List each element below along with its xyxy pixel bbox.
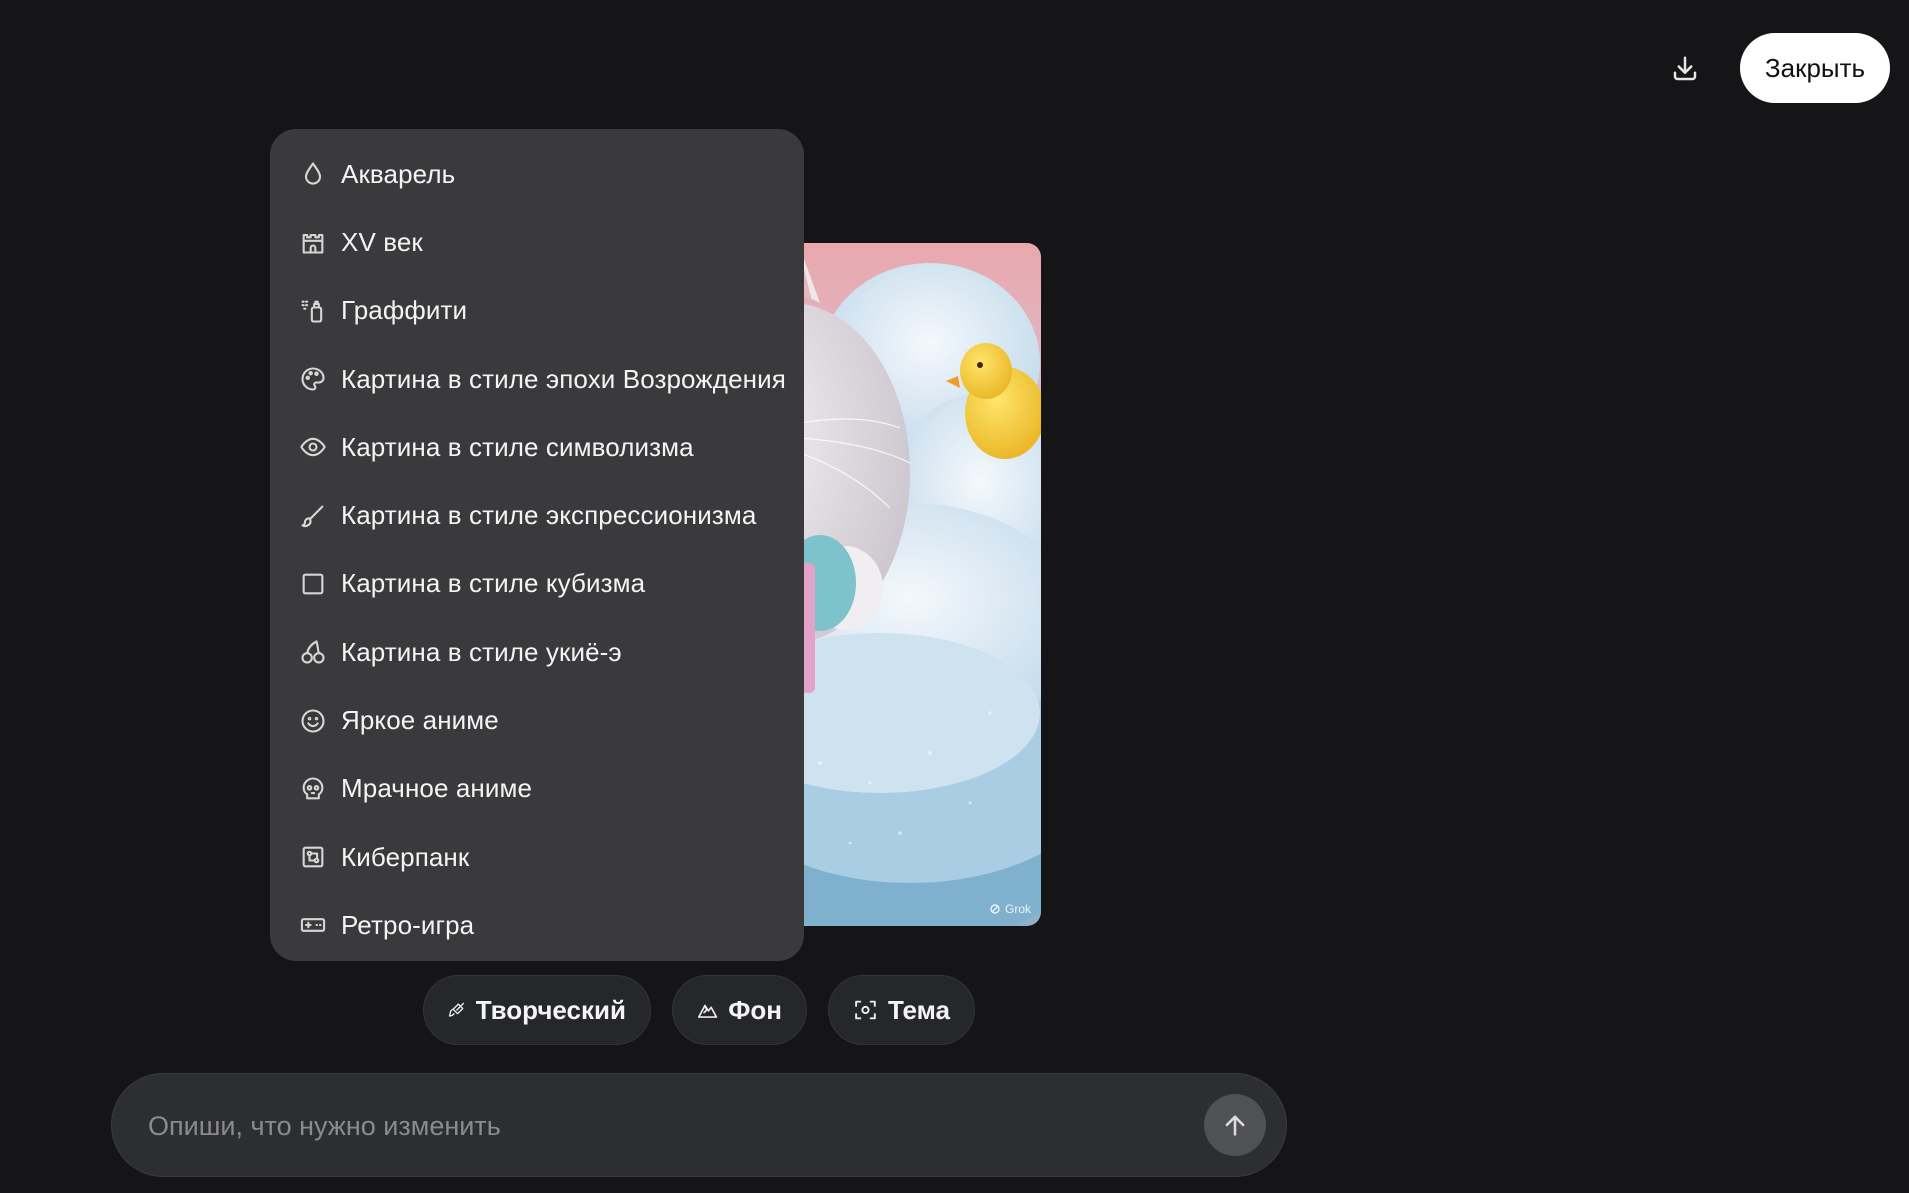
style-item-label: XV век: [341, 226, 423, 257]
eye-icon: [299, 433, 327, 461]
style-item-label: Картина в стиле кубизма: [341, 568, 646, 599]
palette-icon: [299, 365, 327, 393]
download-icon: [1673, 56, 1697, 81]
chip-label: Фон: [728, 994, 782, 1025]
prompt-bar: [111, 1073, 1287, 1178]
paintbrush-icon: [299, 502, 327, 530]
paintbrush-icon: [448, 1002, 465, 1017]
style-item-renaissance[interactable]: Картина в стиле эпохи Возрождения: [270, 345, 804, 413]
gamepad-icon: [299, 911, 327, 939]
style-item-expressionism[interactable]: Картина в стиле экспрессионизма: [270, 481, 804, 549]
style-item-retro-game[interactable]: Ретро-игра: [270, 891, 804, 959]
arrow-up-icon: [1225, 1115, 1245, 1136]
style-item-dark-anime[interactable]: Мрачное аниме: [270, 755, 804, 823]
style-item-label: Акварель: [341, 158, 456, 189]
style-item-watercolor[interactable]: Акварель: [270, 140, 804, 208]
mountain-icon: [697, 1004, 718, 1018]
style-item-label: Яркое аниме: [341, 705, 499, 736]
style-menu: Акварель XV век Граффити Картина в стиле…: [270, 129, 804, 961]
smiley-icon: [299, 707, 327, 735]
style-item-ukiyo-e[interactable]: Картина в стиле укиё-э: [270, 618, 804, 686]
grok-logo-icon: [990, 904, 1000, 914]
circuit-icon: [299, 843, 327, 871]
square-icon: [299, 570, 327, 598]
chip-label: Творческий: [475, 994, 626, 1025]
prompt-input[interactable]: [146, 1074, 1150, 1178]
castle-icon: [299, 228, 327, 256]
drop-icon: [299, 160, 327, 188]
style-item-label: Картина в стиле эпохи Возрождения: [341, 363, 786, 394]
style-item-label: Мрачное аниме: [341, 773, 533, 804]
skull-icon: [299, 775, 327, 803]
style-item-label: Граффити: [341, 295, 468, 326]
background-chip[interactable]: Фон: [672, 975, 807, 1045]
send-button[interactable]: [1204, 1094, 1266, 1156]
style-item-label: Картина в стиле экспрессионизма: [341, 500, 757, 531]
style-item-cubism[interactable]: Картина в стиле кубизма: [270, 550, 804, 618]
cherries-icon: [299, 638, 327, 666]
style-item-label: Киберпанк: [341, 841, 470, 872]
watermark-text: Grok: [1004, 902, 1031, 916]
close-button[interactable]: Закрыть: [1740, 33, 1890, 103]
style-item-cyberpunk[interactable]: Киберпанк: [270, 823, 804, 891]
chip-label: Тема: [887, 994, 950, 1025]
download-button[interactable]: [1660, 44, 1710, 94]
style-item-graffiti[interactable]: Граффити: [270, 277, 804, 345]
style-item-label: Картина в стиле укиё-э: [341, 636, 622, 667]
style-item-15th-century[interactable]: XV век: [270, 208, 804, 276]
spray-can-icon: [299, 297, 327, 325]
creative-chip[interactable]: Творческий: [423, 975, 651, 1045]
theme-chip[interactable]: Тема: [828, 975, 975, 1045]
style-item-label: Картина в стиле символизма: [341, 431, 694, 462]
style-item-bright-anime[interactable]: Яркое аниме: [270, 686, 804, 754]
style-item-label: Ретро-игра: [341, 909, 475, 940]
grok-watermark: Grok: [989, 902, 1031, 916]
focus-icon: [855, 1000, 876, 1020]
style-item-symbolism[interactable]: Картина в стиле символизма: [270, 413, 804, 481]
